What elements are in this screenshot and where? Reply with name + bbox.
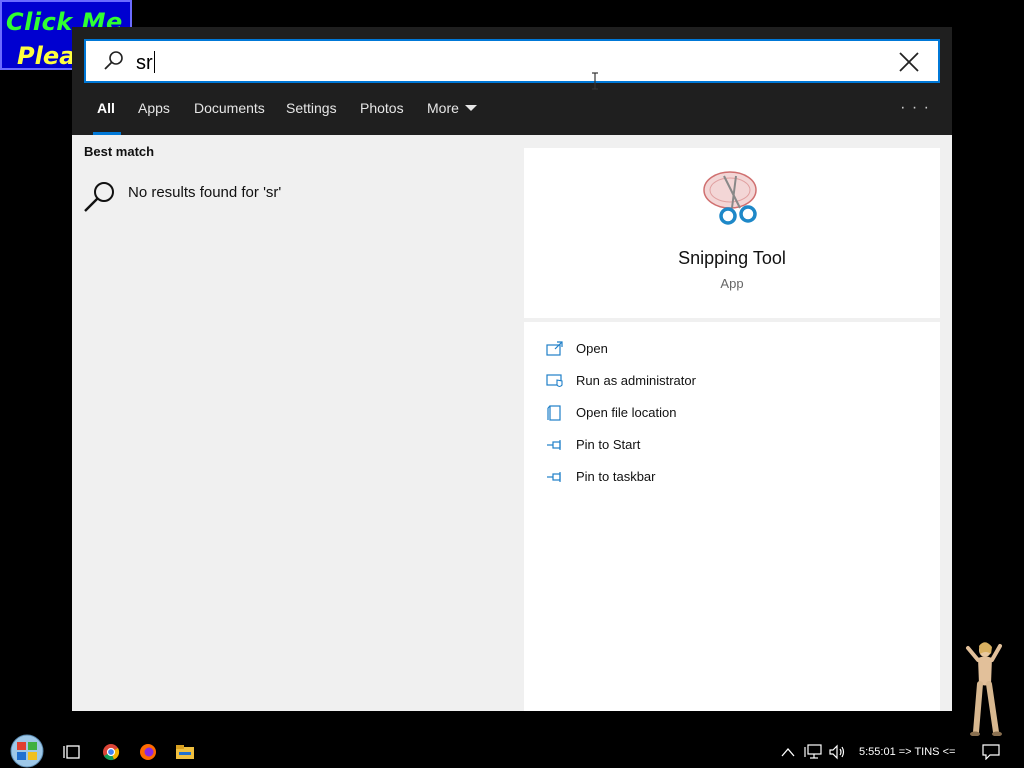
best-match-heading: Best match xyxy=(84,144,155,159)
taskbar-clock[interactable]: 5:55:01 => TINS <= xyxy=(859,746,955,758)
chevron-up-icon[interactable] xyxy=(781,746,795,758)
more-options-icon[interactable]: · · · xyxy=(900,99,930,117)
open-icon xyxy=(546,341,563,356)
taskbar: 5:55:01 => TINS <= xyxy=(0,734,1024,768)
search-header: sr All Apps Documents Settings Photos Mo… xyxy=(72,27,952,135)
action-pin-to-taskbar-label: Pin to taskbar xyxy=(576,469,656,484)
action-open-label: Open xyxy=(576,341,608,356)
search-query-text: sr xyxy=(136,52,153,74)
app-preview-card: Snipping Tool App xyxy=(524,148,940,318)
start-orb-icon[interactable] xyxy=(9,734,45,768)
snipping-tool-icon[interactable] xyxy=(702,168,764,232)
pin-icon xyxy=(547,440,561,450)
no-results-row: No results found for 'sr' xyxy=(82,179,502,219)
admin-shield-icon xyxy=(546,374,563,388)
tab-more-label: More xyxy=(427,100,459,116)
app-type: App xyxy=(720,276,744,291)
search-panel: sr All Apps Documents Settings Photos Mo… xyxy=(72,27,952,711)
search-tabs: All Apps Documents Settings Photos More … xyxy=(72,99,952,135)
search-icon xyxy=(102,49,126,78)
no-results-text: No results found for 'sr' xyxy=(128,184,282,201)
file-explorer-icon[interactable] xyxy=(175,740,195,764)
volume-icon[interactable] xyxy=(829,744,847,760)
action-open-file-location[interactable]: Open file location xyxy=(546,402,926,426)
action-pin-to-start[interactable]: Pin to Start xyxy=(546,434,926,458)
tab-all[interactable]: All xyxy=(93,99,121,135)
app-actions-panel: Open Run as administrator Open file loca… xyxy=(524,322,940,711)
chrome-icon[interactable] xyxy=(101,740,121,764)
tab-settings-label: Settings xyxy=(286,100,337,116)
action-open[interactable]: Open xyxy=(546,338,926,362)
magnifier-icon xyxy=(82,179,118,220)
task-view-icon[interactable] xyxy=(63,740,81,764)
action-run-as-admin-label: Run as administrator xyxy=(576,373,696,388)
tab-more[interactable]: More xyxy=(427,99,477,135)
file-location-icon xyxy=(547,405,561,421)
action-center-icon[interactable] xyxy=(982,744,1000,760)
text-cursor-icon xyxy=(592,72,598,90)
pin-icon xyxy=(547,472,561,482)
chevron-down-icon xyxy=(464,105,477,111)
results-list: Best match No results found for 'sr' xyxy=(72,135,512,711)
action-pin-to-start-label: Pin to Start xyxy=(576,437,641,452)
tab-apps[interactable]: Apps xyxy=(138,99,170,135)
tab-documents[interactable]: Documents xyxy=(194,99,265,135)
close-icon[interactable] xyxy=(898,51,920,78)
tab-settings[interactable]: Settings xyxy=(286,99,337,135)
tab-all-label: All xyxy=(97,100,115,116)
firefox-icon[interactable] xyxy=(138,740,158,764)
app-name: Snipping Tool xyxy=(678,248,786,268)
action-pin-to-taskbar[interactable]: Pin to taskbar xyxy=(546,466,926,490)
network-icon[interactable] xyxy=(804,744,822,760)
action-run-as-admin[interactable]: Run as administrator xyxy=(546,370,926,394)
tab-documents-label: Documents xyxy=(194,100,265,116)
tab-photos-label: Photos xyxy=(360,100,404,116)
search-input[interactable]: sr xyxy=(84,39,940,83)
tab-apps-label: Apps xyxy=(138,100,170,116)
action-open-file-location-label: Open file location xyxy=(576,405,677,420)
tab-photos[interactable]: Photos xyxy=(360,99,404,135)
desktop-mascot-image xyxy=(966,642,1002,737)
